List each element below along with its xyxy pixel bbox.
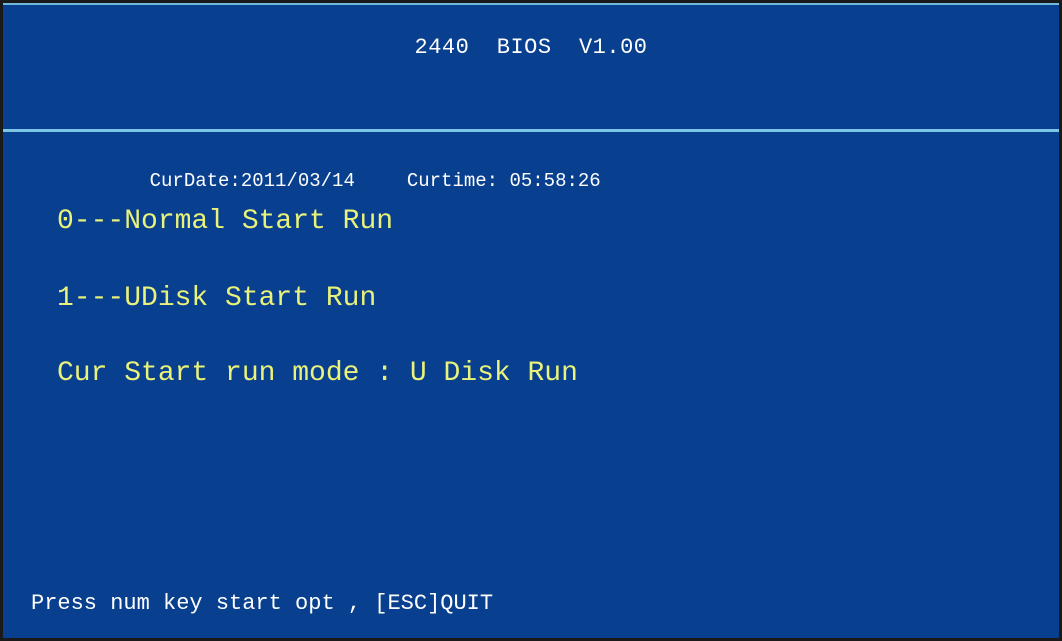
bios-header: 2440 BIOS V1.00 xyxy=(3,3,1059,129)
footer-hint: Press num key start opt , [ESC]QUIT xyxy=(31,591,494,616)
bios-screen: 2440 BIOS V1.00 CurDate:2011/03/14 Curtim… xyxy=(0,0,1062,641)
option-udisk-start[interactable]: 1---UDisk Start Run xyxy=(57,283,376,314)
current-date: CurDate:2011/03/14 xyxy=(149,170,355,192)
option-normal-start[interactable]: 0---Normal Start Run xyxy=(57,206,393,237)
current-time: Curtime: 05:58:26 xyxy=(406,170,601,192)
current-run-mode: Cur Start run mode : U Disk Run xyxy=(57,358,578,389)
datetime-row: CurDate:2011/03/14 Curtime: 05:58:26 xyxy=(104,148,601,214)
bios-title: 2440 BIOS V1.00 xyxy=(414,35,648,60)
header-divider xyxy=(3,129,1059,132)
